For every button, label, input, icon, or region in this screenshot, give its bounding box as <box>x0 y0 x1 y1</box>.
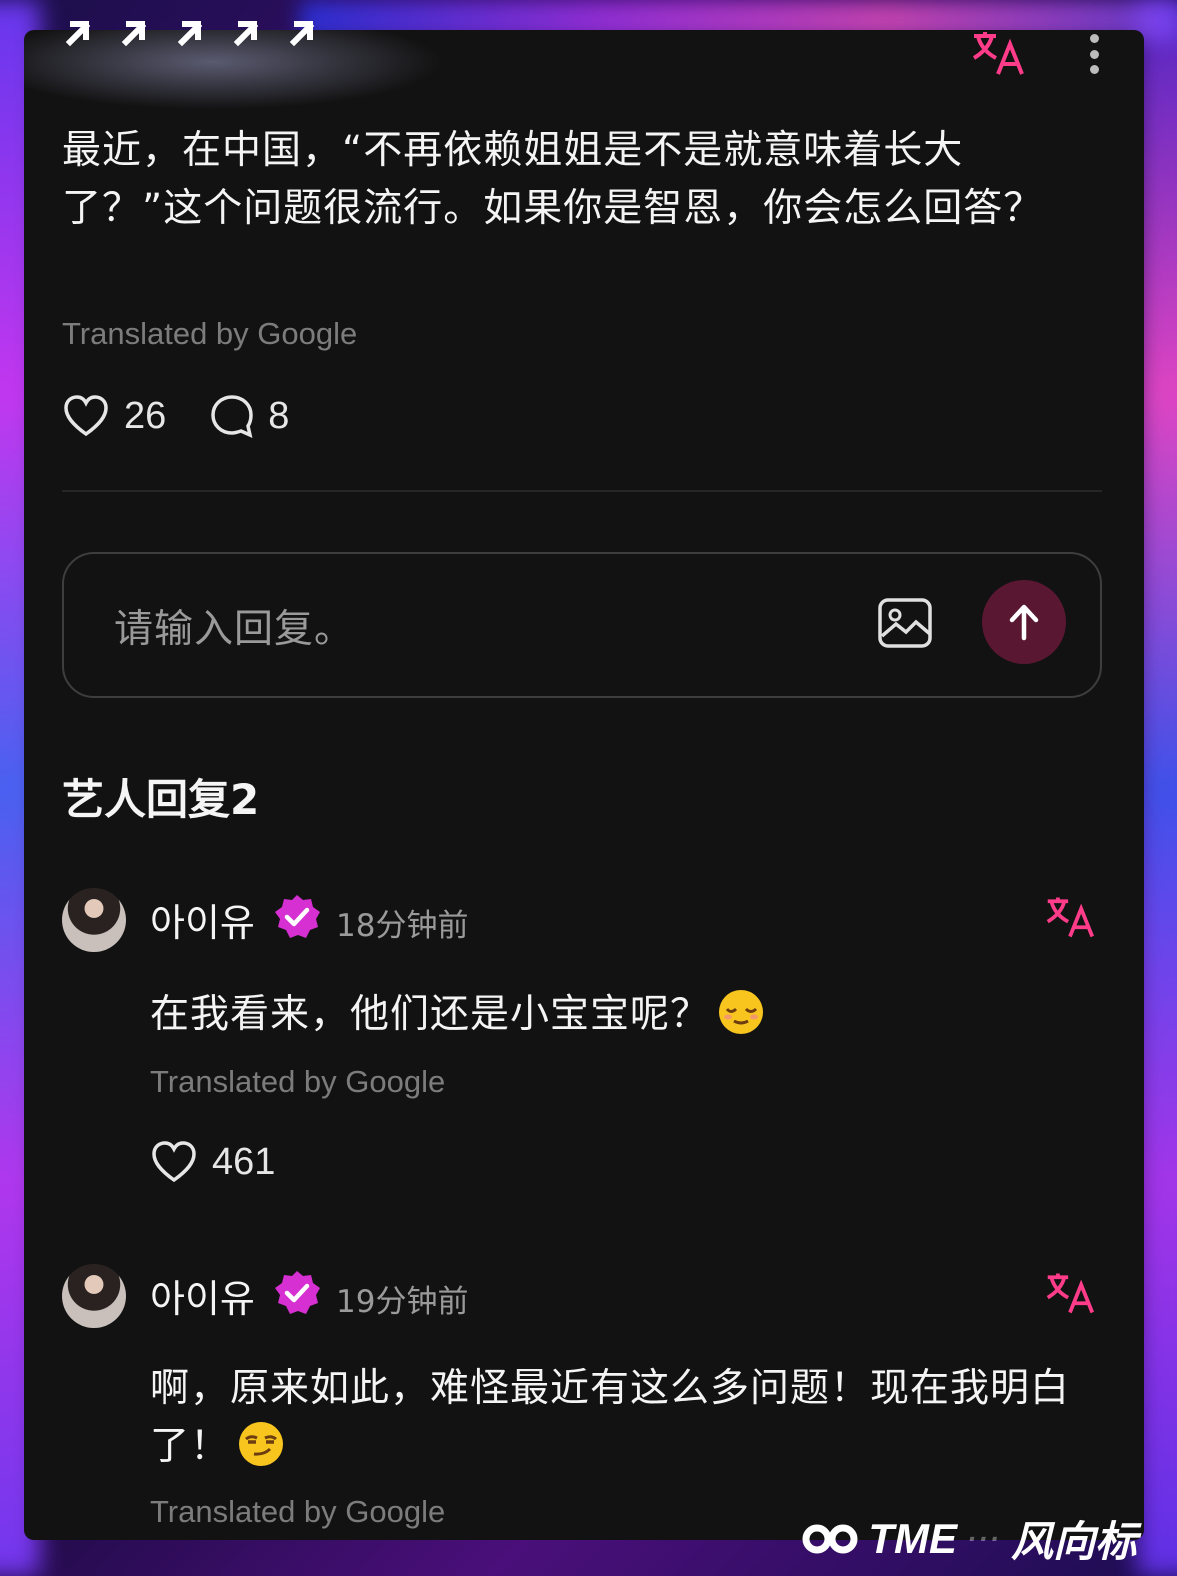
comment-icon[interactable] <box>208 392 256 440</box>
post-panel: 最近，在中国，“不再依赖姐姐是不是就意味着长大了？”这个问题很流行。如果你是智恩… <box>24 30 1144 1540</box>
translate-icon[interactable] <box>970 30 1026 78</box>
like-count: 461 <box>212 1140 276 1183</box>
reply-text-content: 在我看来，他们还是小宝宝呢？ <box>150 992 711 1037</box>
arrow-icon <box>177 21 203 47</box>
translated-by-label: Translated by Google <box>150 1494 446 1529</box>
translate-icon[interactable] <box>1044 1268 1096 1318</box>
verified-badge-icon <box>275 895 320 938</box>
arrow-icon <box>233 21 259 47</box>
post-stats: 26 8 <box>62 392 289 440</box>
reply-placeholder: 请输入回复。 <box>114 607 355 652</box>
watermark-brand: TME <box>868 1514 957 1562</box>
artist-replies-title: 艺人回复2 <box>62 775 260 824</box>
arrow-icon <box>121 21 147 47</box>
artist-reply-item: 아이유 18分钟前 在我看来，他们还是小宝宝呢？ Translated by G… <box>62 888 1122 1208</box>
arrow-decoration-row <box>62 16 318 48</box>
translate-icon[interactable] <box>1044 892 1096 942</box>
send-button[interactable] <box>982 580 1066 664</box>
watermark-name: 风向标 <box>1010 1518 1137 1565</box>
heart-icon[interactable] <box>150 1138 198 1186</box>
arrow-icon <box>65 21 91 47</box>
username[interactable]: 아이유 <box>150 1268 255 1323</box>
arrow-icon <box>289 21 315 47</box>
avatar[interactable] <box>62 1264 126 1328</box>
artist-reply-item: 아이유 19分钟前 啊，原来如此，难怪最近有这么多问题！现在我明白了！ Tran… <box>62 1264 1122 1540</box>
image-upload-icon[interactable] <box>876 594 934 652</box>
relieved-face-emoji-icon <box>719 990 764 1034</box>
comment-count: 8 <box>268 394 290 437</box>
infinity-logo-icon <box>802 1524 858 1553</box>
arrow-up-icon <box>1009 604 1039 641</box>
translated-by-label: Translated by Google <box>62 316 358 351</box>
more-options-icon[interactable] <box>1088 34 1100 74</box>
divider <box>62 490 1102 492</box>
username[interactable]: 아이유 <box>150 892 255 947</box>
avatar[interactable] <box>62 888 126 952</box>
timestamp: 18分钟前 <box>336 908 469 944</box>
reply-stats: 461 <box>150 1138 275 1186</box>
smirking-face-emoji-icon <box>239 1422 284 1466</box>
reply-text: 在我看来，他们还是小宝宝呢？ <box>150 986 1090 1044</box>
post-question: 最近，在中国，“不再依赖姐姐是不是就意味着长大了？”这个问题很流行。如果你是智恩… <box>62 128 1044 231</box>
watermark-blurred: ··· <box>967 1522 1001 1554</box>
reply-text-content: 啊，原来如此，难怪最近有这么多问题！现在我明白了！ <box>150 1366 1071 1469</box>
heart-icon[interactable] <box>62 392 110 440</box>
verified-badge-icon <box>275 1271 320 1314</box>
translated-by-label: Translated by Google <box>150 1064 446 1099</box>
timestamp: 19分钟前 <box>336 1284 469 1320</box>
watermark: TME ··· 风向标 <box>802 1508 1137 1569</box>
reply-input[interactable]: 请输入回复。 <box>62 552 1102 698</box>
like-count: 26 <box>124 394 167 437</box>
reply-text: 啊，原来如此，难怪最近有这么多问题！现在我明白了！ <box>150 1360 1090 1476</box>
